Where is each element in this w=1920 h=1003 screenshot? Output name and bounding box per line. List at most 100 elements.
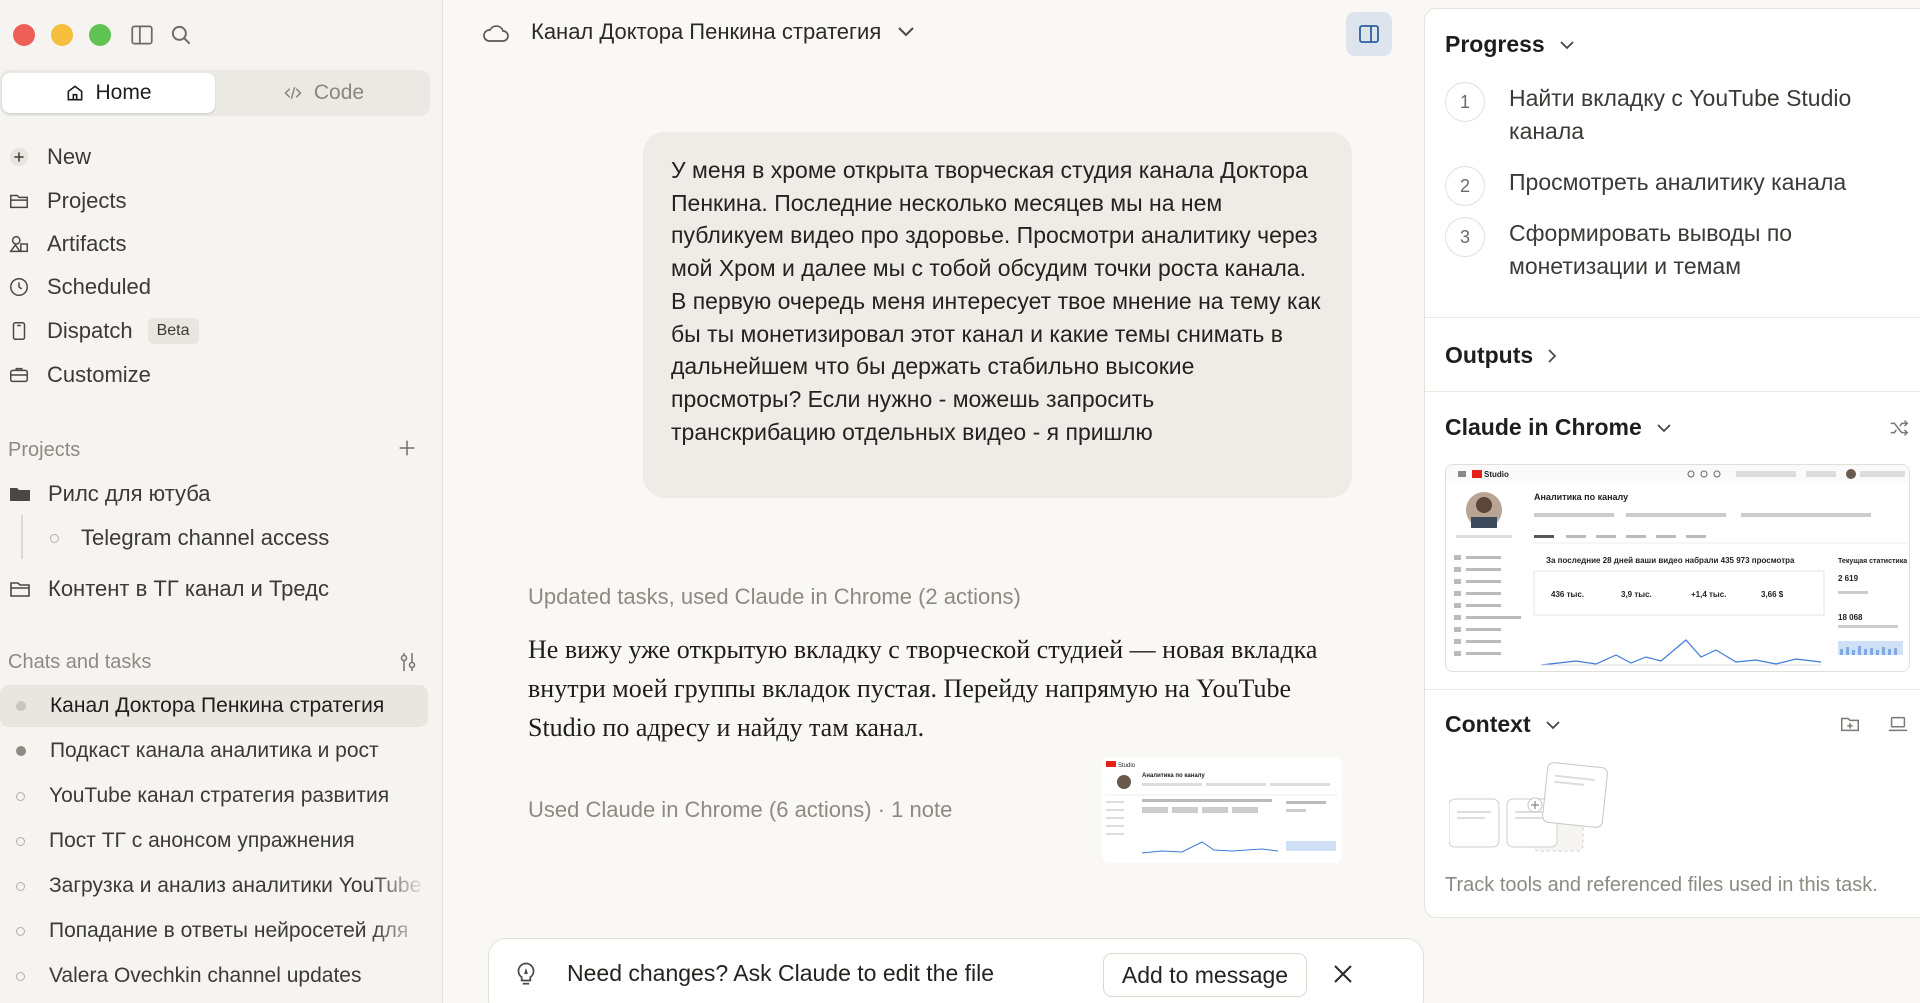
side-panel-toggle-button[interactable]	[1346, 12, 1392, 56]
claude-in-chrome-header[interactable]: Claude in Chrome	[1445, 414, 1672, 441]
chrome-title: Claude in Chrome	[1445, 414, 1642, 440]
task-status-dot	[16, 746, 26, 756]
add-folder-icon[interactable]	[1839, 713, 1861, 740]
nav-new[interactable]: New	[8, 139, 91, 175]
add-to-message-button[interactable]: Add to message	[1103, 953, 1307, 997]
clock-icon	[10, 278, 28, 296]
add-project-icon[interactable]	[396, 437, 418, 464]
right-panel: Progress 1 Найти вкладку с YouTube Studi…	[1424, 8, 1920, 918]
folder-icon	[10, 194, 28, 209]
code-icon	[284, 86, 302, 100]
main-area: Канал Доктора Пенкина стратегия У меня в…	[444, 0, 1424, 1003]
chat-item[interactable]: Valera Ovechkin channel updates	[0, 955, 428, 997]
analytics-title: Аналитика по каналу	[1142, 773, 1205, 779]
chevron-down-icon	[898, 27, 914, 37]
nav-new-label: New	[47, 144, 92, 169]
folder-icon	[10, 582, 30, 597]
side-stat-2: 18 068	[1838, 613, 1863, 622]
folder-filled-icon	[10, 488, 30, 501]
chat-item[interactable]: Загрузка и анализ аналитики YouTube	[0, 865, 428, 907]
progress-step: 2 Просмотреть аналитику канала	[1445, 166, 1889, 206]
tool-status-line[interactable]: Used Claude in Chrome (6 actions) · 1 no…	[528, 797, 952, 823]
nav-artifacts-label: Artifacts	[47, 231, 127, 256]
step-number: 2	[1445, 166, 1485, 206]
search-icon[interactable]	[168, 22, 194, 48]
chevron-down-icon	[1657, 423, 1671, 432]
close-icon[interactable]	[1332, 963, 1354, 990]
outputs-title: Outputs	[1445, 342, 1534, 368]
laptop-icon[interactable]	[1887, 713, 1909, 740]
home-tab[interactable]: Home	[2, 73, 215, 113]
window-close-button[interactable]	[13, 24, 35, 46]
browser-screenshot-thumbnail[interactable]: Studio Аналитика по каналу	[1102, 757, 1342, 863]
projects-section-label: Projects	[8, 439, 81, 461]
chat-item[interactable]: YouTube канал стратегия развития	[0, 775, 428, 817]
yt-studio-brand: Studio	[1118, 763, 1136, 769]
panel-icon	[1359, 25, 1379, 43]
project-item-label: Контент в ТГ канал и Тредс	[48, 576, 329, 601]
progress-step: 1 Найти вкладку с YouTube Studio канала	[1445, 82, 1889, 148]
project-subitem-label: Telegram channel access	[81, 525, 330, 550]
step-number: 1	[1445, 82, 1485, 122]
subscribers-stat: +1,4 тыс.	[1691, 590, 1726, 599]
step-text: Просмотреть аналитику канала	[1509, 169, 1847, 195]
chat-item-label: Подкаст канала аналитика и рост	[49, 739, 379, 762]
chrome-screenshot-preview[interactable]: Studio Аналитика по каналу За последние …	[1445, 464, 1910, 672]
context-header[interactable]: Context	[1445, 711, 1561, 738]
outputs-header[interactable]: Outputs	[1445, 342, 1557, 369]
code-tab-label: Code	[313, 81, 365, 104]
chevron-down-icon	[1545, 720, 1560, 729]
home-tab-label: Home	[95, 81, 152, 104]
nav-customize[interactable]: Customize	[8, 357, 151, 393]
sidebar-toggle-icon[interactable]	[129, 22, 155, 48]
nav-projects-label: Projects	[47, 188, 127, 213]
nav-dispatch[interactable]: Dispatch Beta	[8, 313, 199, 349]
divider	[1425, 317, 1920, 318]
chats-section-label: Chats and tasks	[8, 651, 152, 673]
task-status-dot	[16, 791, 25, 801]
chat-item[interactable]: Попадание в ответы нейросетей для	[0, 910, 428, 952]
user-message: У меня в хроме открыта творческая студия…	[643, 132, 1352, 498]
chat-item-label: Пост ТГ с анонсом упражнения	[48, 829, 355, 852]
home-icon	[68, 85, 83, 101]
chat-item-label: YouTube канал стратегия развития	[48, 784, 390, 807]
nav-customize-label: Customize	[47, 362, 151, 387]
shuffle-icon[interactable]	[1888, 417, 1910, 444]
chat-title-dropdown[interactable]: Канал Доктора Пенкина стратегия	[531, 19, 915, 45]
nav-scheduled[interactable]: Scheduled	[8, 269, 151, 305]
progress-title: Progress	[1445, 31, 1545, 57]
task-status-dot	[50, 533, 59, 543]
chat-item-label: Канал Доктора Пенкина стратегия	[49, 694, 385, 717]
mode-switch: Home Code	[0, 70, 430, 116]
chevron-right-icon	[1548, 348, 1557, 363]
phone-icon	[12, 322, 26, 340]
suggestion-text: Need changes? Ask Claude to edit the fil…	[567, 960, 995, 986]
step-text: Найти вкладку с YouTube Studio канала	[1509, 85, 1852, 144]
tool-status-line[interactable]: Updated tasks, used Claude in Chrome (2 …	[528, 584, 1021, 610]
watch-time-stat: 3,9 тыс.	[1621, 590, 1652, 599]
cloud-icon	[482, 22, 510, 51]
progress-header[interactable]: Progress	[1445, 31, 1575, 58]
nav-artifacts[interactable]: Artifacts	[8, 226, 126, 262]
code-tab[interactable]: Code	[218, 73, 428, 113]
nav-dispatch-label: Dispatch	[47, 318, 133, 343]
side-stats-title: Текущая статистика	[1838, 558, 1907, 565]
project-item-reels[interactable]: Рилс для ютуба	[8, 477, 211, 511]
filter-icon[interactable]	[396, 650, 420, 679]
task-status-dot	[16, 881, 25, 891]
nav-scheduled-label: Scheduled	[47, 274, 151, 299]
revenue-stat: 3,66 $	[1761, 590, 1784, 599]
chat-item[interactable]: Канал Доктора Пенкина стратегия	[0, 685, 428, 727]
window-minimize-button[interactable]	[51, 24, 73, 46]
task-status-dot	[16, 836, 25, 846]
chat-item[interactable]: Подкаст канала аналитика и рост	[0, 730, 428, 772]
side-stat-1: 2 619	[1838, 574, 1859, 583]
project-subitem-telegram[interactable]: Telegram channel access	[50, 522, 329, 554]
task-status-dot	[16, 701, 26, 711]
task-status-dot	[16, 971, 25, 981]
window-maximize-button[interactable]	[89, 24, 111, 46]
project-item-content[interactable]: Контент в ТГ канал и Тредс	[8, 572, 329, 606]
progress-step: 3 Сформировать выводы по монетизации и т…	[1445, 217, 1889, 283]
chat-item[interactable]: Пост ТГ с анонсом упражнения	[0, 820, 428, 862]
nav-projects[interactable]: Projects	[8, 183, 126, 219]
